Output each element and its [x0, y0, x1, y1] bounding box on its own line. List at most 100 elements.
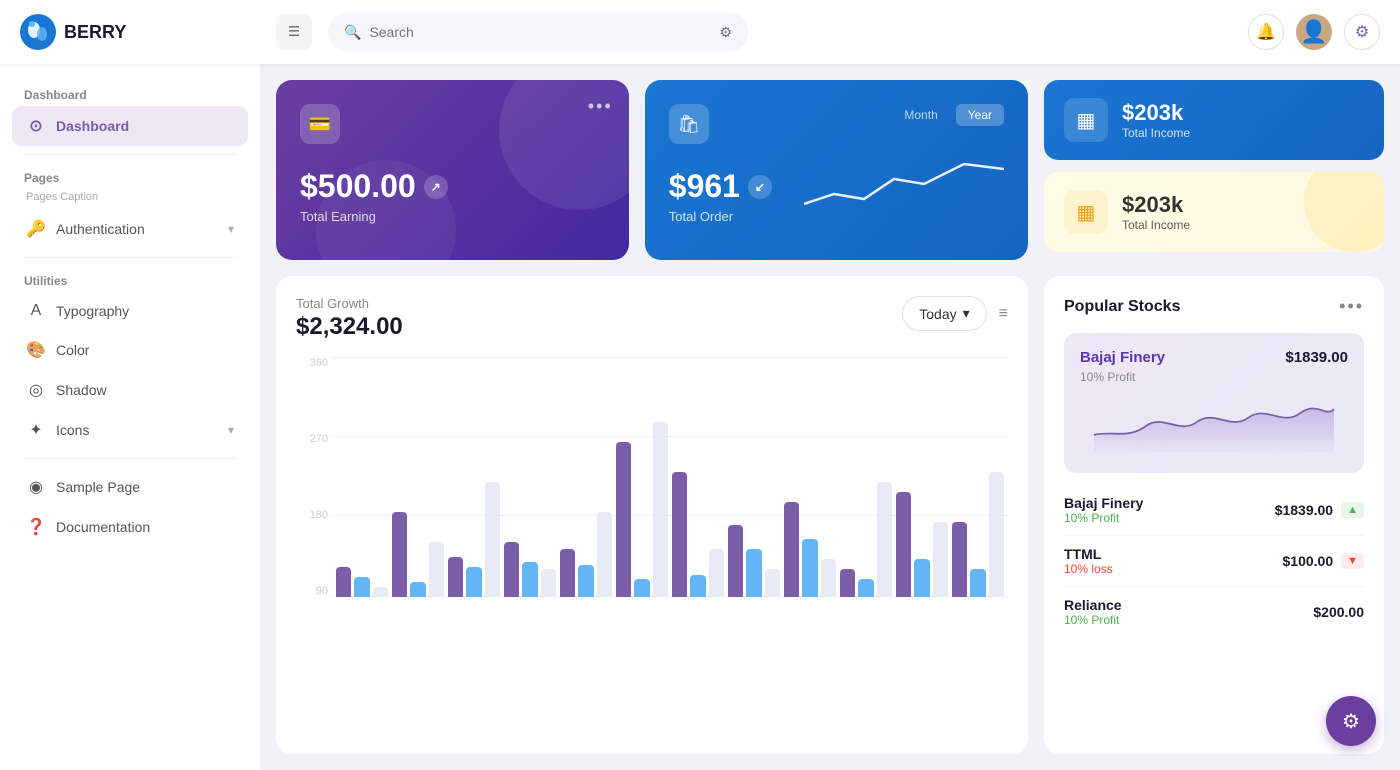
stock-price-ttml: $100.00 [1283, 553, 1334, 569]
chart-title: Total Growth [296, 296, 403, 311]
docs-icon: ❓ [26, 517, 46, 537]
bar-group-8 [728, 525, 780, 597]
chart-section: Total Growth $2,324.00 Today ▾ ≡ [276, 276, 1028, 754]
sidebar-item-sample-page[interactable]: ◉ Sample Page [12, 467, 248, 507]
bar [597, 512, 612, 597]
fab-button[interactable]: ⚙ [1326, 696, 1376, 746]
bar [952, 522, 967, 597]
sidebar-section-pages: Pages [12, 163, 248, 189]
top-cards-row: 💳 ••• $500.00 ↗ Total Earning 🛍 Month Ye… [276, 80, 1384, 260]
sidebar-item-dashboard[interactable]: ⊙ Dashboard [12, 106, 248, 146]
stock-badge-bajaj: ▲ [1341, 502, 1364, 518]
search-input[interactable] [369, 24, 711, 40]
bar-group-2 [392, 512, 444, 597]
income-icon-yellow: ▦ [1064, 190, 1108, 234]
stocks-header: Popular Stocks ••• [1064, 296, 1364, 317]
stock-info-reliance: Reliance 10% Profit [1064, 597, 1122, 627]
bar [728, 525, 743, 597]
income-label-yellow: Total Income [1122, 218, 1190, 232]
income-label-blue: Total Income [1122, 126, 1190, 140]
bar-group-9 [784, 502, 836, 597]
order-icon: 🛍 [669, 104, 709, 144]
chart-menu-icon[interactable]: ≡ [999, 305, 1008, 323]
search-bar: 🔍 ⚙ [328, 12, 748, 52]
earning-dots-menu[interactable]: ••• [588, 96, 613, 117]
sidebar-item-color[interactable]: 🎨 Color [12, 330, 248, 370]
month-year-tabs: Month Year [892, 104, 1004, 126]
fab-icon: ⚙ [1342, 709, 1360, 734]
sidebar-section-dashboard: Dashboard [12, 80, 248, 106]
bar [541, 569, 556, 597]
icons-icon: ✦ [26, 420, 46, 440]
stocks-menu-icon[interactable]: ••• [1339, 296, 1364, 317]
notification-button[interactable]: 🔔 [1248, 14, 1284, 50]
right-mini-cards: ▦ $203k Total Income ▦ $203k Total Incom… [1044, 80, 1384, 260]
bar [429, 542, 444, 597]
sidebar-item-shadow[interactable]: ◎ Shadow [12, 370, 248, 410]
bar [616, 442, 631, 597]
today-button[interactable]: Today ▾ [902, 296, 986, 331]
bar [653, 422, 668, 597]
bell-icon: 🔔 [1256, 22, 1276, 42]
pages-caption: Pages Caption [12, 189, 248, 209]
header-right: 🔔 👤 ⚙ [1248, 14, 1380, 50]
sidebar-item-typography[interactable]: A Typography [12, 292, 248, 330]
bar [821, 559, 836, 597]
bar [746, 549, 761, 597]
menu-button[interactable]: ☰ [276, 14, 312, 50]
bar [410, 582, 425, 597]
settings-button[interactable]: ⚙ [1344, 14, 1380, 50]
bar-group-5 [560, 512, 612, 597]
sidebar-item-icons[interactable]: ✦ Icons ▾ [12, 410, 248, 450]
year-tab[interactable]: Year [956, 104, 1004, 126]
earning-amount: $500.00 ↗ [300, 168, 605, 205]
logo-icon [20, 14, 56, 50]
chevron-down-icon2: ▾ [228, 423, 234, 437]
bars-container [332, 357, 1008, 597]
bar [354, 577, 369, 597]
stock-row-ttml: TTML 10% loss $100.00 ▼ [1064, 536, 1364, 587]
avatar: 👤 [1296, 14, 1332, 50]
search-icon: 🔍 [344, 24, 361, 41]
bar-group-7 [672, 472, 724, 597]
bar [448, 557, 463, 597]
bar [485, 482, 500, 597]
bar [634, 579, 649, 597]
typography-icon: A [26, 302, 46, 320]
dashboard-icon: ⊙ [26, 116, 46, 136]
bar-group-6 [616, 422, 668, 597]
sidebar: Dashboard ⊙ Dashboard Pages Pages Captio… [0, 64, 260, 770]
bar [373, 587, 388, 597]
month-tab[interactable]: Month [892, 104, 949, 126]
bar [560, 549, 575, 597]
bar [802, 539, 817, 597]
bar-group-4 [504, 542, 556, 597]
stock-info-bajaj: Bajaj Finery 10% Profit [1064, 495, 1143, 525]
sidebar-item-documentation[interactable]: ❓ Documentation [12, 507, 248, 547]
stock-name-reliance: Reliance [1064, 597, 1122, 613]
sidebar-item-authentication[interactable]: 🔑 Authentication ▾ [12, 209, 248, 249]
income-amount-yellow: $203k [1122, 192, 1190, 218]
bar [914, 559, 929, 597]
stock-profit-reliance: 10% Profit [1064, 613, 1122, 627]
bar [504, 542, 519, 597]
stock-name-ttml: TTML [1064, 546, 1113, 562]
income-card-yellow: ▦ $203k Total Income [1044, 172, 1384, 252]
order-card-top: 🛍 Month Year [669, 104, 1004, 144]
order-label: Total Order [669, 209, 772, 224]
bar [989, 472, 1004, 597]
bar [336, 567, 351, 597]
divider2 [24, 257, 236, 258]
bar [765, 569, 780, 597]
menu-icon: ☰ [288, 24, 300, 40]
content: 💳 ••• $500.00 ↗ Total Earning 🛍 Month Ye… [260, 64, 1400, 770]
bar-group-3 [448, 482, 500, 597]
logo-text: BERRY [64, 22, 126, 43]
divider3 [24, 458, 236, 459]
earning-label: Total Earning [300, 209, 605, 224]
bottom-row: Total Growth $2,324.00 Today ▾ ≡ [276, 276, 1384, 754]
sidebar-section-utilities: Utilities [12, 266, 248, 292]
bar [672, 472, 687, 597]
filter-icon[interactable]: ⚙ [719, 24, 732, 41]
bar-group-11 [896, 492, 948, 597]
